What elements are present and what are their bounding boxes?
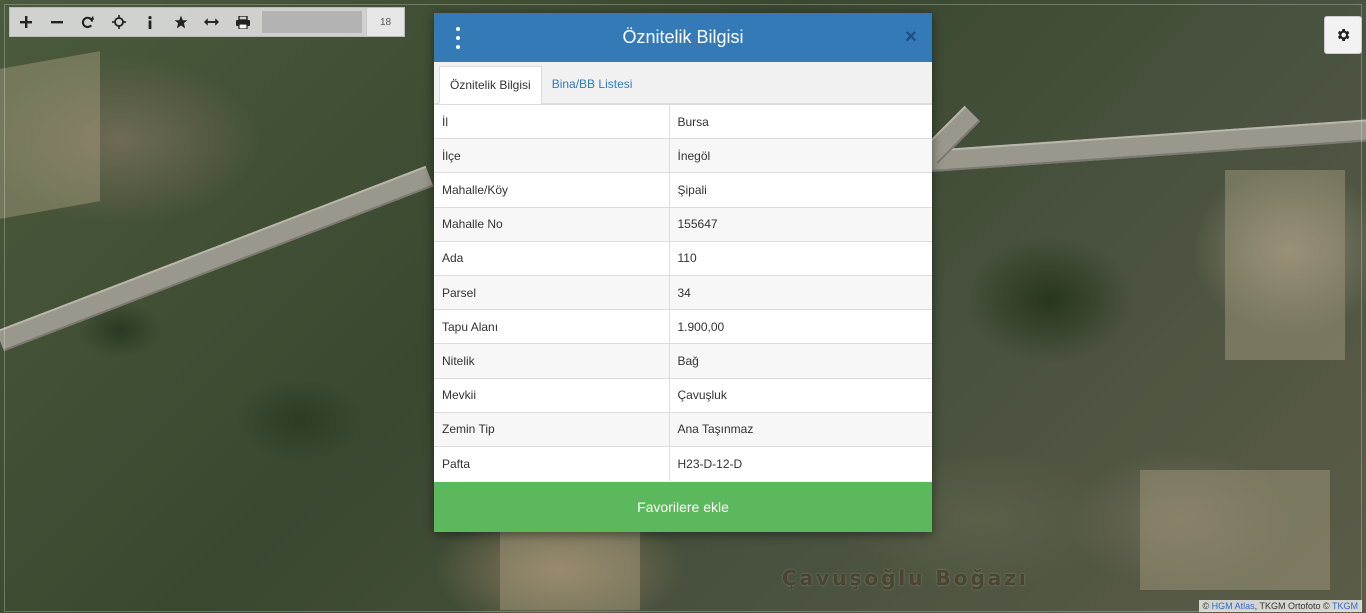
attribute-key: Mevkii <box>434 377 670 413</box>
table-row: Parsel 34 <box>434 274 932 310</box>
attribute-value: 110 <box>669 240 932 276</box>
attribute-table: İl Bursa İlçe İnegöl Mahalle/Köy Şipali Mah… <box>434 103 932 481</box>
attribute-value: Şipali <box>669 172 932 208</box>
table-row: İl Bursa <box>434 103 932 139</box>
table-row: Mahalle/Köy Şipali <box>434 172 932 208</box>
print-icon <box>235 15 250 29</box>
table-row: Zemin Tip Ana Taşınmaz <box>434 411 932 447</box>
table-row: Mevkii Çavuşluk <box>434 377 932 413</box>
map-road <box>929 119 1366 172</box>
refresh-button[interactable] <box>72 8 103 36</box>
attribution-link-hgm[interactable]: HGM Atlas <box>1212 601 1255 611</box>
attribute-key: Nitelik <box>434 343 670 378</box>
table-row: Mahalle No 155647 <box>434 206 932 242</box>
attribute-key: Pafta <box>434 445 670 481</box>
measure-icon <box>204 18 219 26</box>
attribution-link-tkgm[interactable]: TKGM <box>1332 601 1358 611</box>
attribution-prefix: © <box>1202 601 1212 611</box>
map-field <box>0 51 100 219</box>
print-button[interactable] <box>227 8 258 36</box>
star-icon <box>174 15 187 29</box>
coordinate-search-box[interactable] <box>262 11 362 33</box>
table-row: Ada 110 <box>434 240 932 276</box>
attribute-value: Çavuşluk <box>669 377 932 413</box>
attribute-value: Bağ <box>669 343 932 378</box>
zoom-in-button[interactable] <box>10 8 41 36</box>
map-field <box>500 530 640 610</box>
map-toolbar: 18 <box>9 7 405 37</box>
attribute-value: H23-D-12-D <box>669 445 932 481</box>
modal-tabs: Öznitelik Bilgisi Bina/BB Listesi <box>434 62 932 104</box>
table-row: Pafta H23-D-12-D <box>434 445 932 481</box>
settings-button[interactable] <box>1324 16 1362 54</box>
crosshair-icon <box>111 15 126 29</box>
info-icon <box>147 15 152 29</box>
attribute-value: 34 <box>669 274 932 310</box>
attribute-key: Ada <box>434 240 670 276</box>
refresh-icon <box>81 15 94 28</box>
attribute-key: Parsel <box>434 274 670 310</box>
attribute-key: İl <box>434 103 670 139</box>
zoom-level-indicator: 18 <box>366 8 404 36</box>
menu-dots-icon[interactable] <box>452 27 464 49</box>
attribution-middle: , TKGM Ortofoto © <box>1254 601 1332 611</box>
info-button[interactable] <box>134 8 165 36</box>
attribute-value: 1.900,00 <box>669 309 932 344</box>
attribute-value: Ana Taşınmaz <box>669 411 932 447</box>
table-row: Nitelik Bağ <box>434 343 932 378</box>
tab-attribute-info[interactable]: Öznitelik Bilgisi <box>439 66 542 104</box>
map-field <box>1225 170 1345 360</box>
tab-building-list[interactable]: Bina/BB Listesi <box>542 65 643 103</box>
modal-title: Öznitelik Bilgisi <box>622 27 744 47</box>
attribute-key: Mahalle No <box>434 206 670 242</box>
attribute-info-modal: Öznitelik Bilgisi × Öznitelik Bilgisi Bi… <box>434 13 932 532</box>
zoom-out-button[interactable] <box>41 8 72 36</box>
attribute-key: Tapu Alanı <box>434 309 670 344</box>
measure-button[interactable] <box>196 8 227 36</box>
table-row: Tapu Alanı 1.900,00 <box>434 309 932 344</box>
map-place-label: Çavuşoğlu Boğazı <box>782 566 1029 590</box>
attribute-value: 155647 <box>669 206 932 242</box>
attribute-key: Mahalle/Köy <box>434 172 670 208</box>
add-to-favorites-button[interactable]: Favorilere ekle <box>434 482 932 532</box>
close-button[interactable]: × <box>902 26 920 48</box>
attribute-value: İnegöl <box>669 138 932 173</box>
gear-icon <box>1337 29 1350 41</box>
plus-icon <box>19 16 32 28</box>
attribute-value: Bursa <box>669 103 932 139</box>
attribute-key: Zemin Tip <box>434 411 670 447</box>
attribute-key: İlçe <box>434 138 670 173</box>
minus-icon <box>50 21 63 24</box>
locate-button[interactable] <box>103 8 134 36</box>
map-attribution: © HGM Atlas, TKGM Ortofoto © TKGM <box>1198 600 1362 612</box>
favorites-button[interactable] <box>165 8 196 36</box>
table-row: İlçe İnegöl <box>434 138 932 173</box>
modal-header: Öznitelik Bilgisi × <box>434 13 932 62</box>
map-field <box>1140 470 1330 590</box>
